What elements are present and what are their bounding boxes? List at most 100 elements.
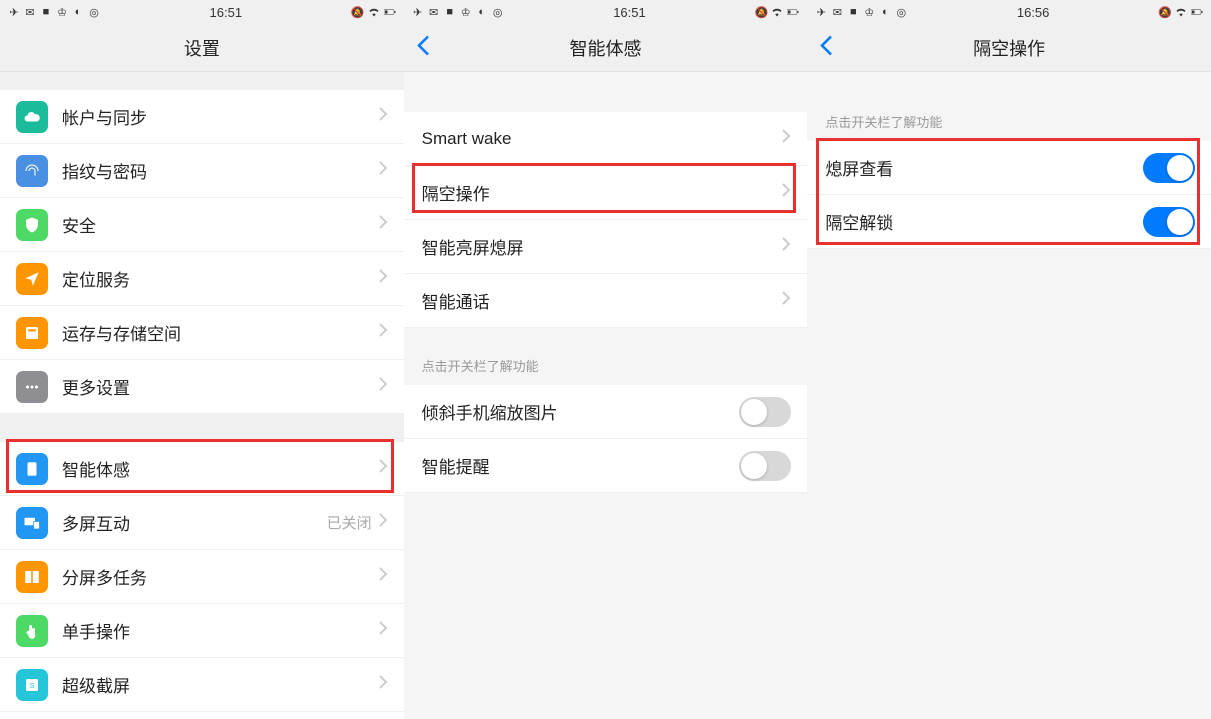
- settings-item-account-sync[interactable]: 帐户与同步: [0, 90, 404, 144]
- chevron-right-icon: [378, 322, 388, 343]
- mute-icon: 🔕: [1159, 6, 1171, 18]
- item-tilt-zoom[interactable]: 倾斜手机缩放图片: [404, 385, 808, 439]
- settings-item-more[interactable]: 更多设置: [0, 360, 404, 414]
- item-label: 单手操作: [62, 618, 378, 643]
- settings-item-onehand[interactable]: 单手操作: [0, 604, 404, 658]
- item-label: 超级截屏: [62, 672, 378, 697]
- page-title: 智能体感: [569, 35, 641, 61]
- more-icon: [16, 371, 48, 403]
- page-title: 隔空操作: [973, 35, 1045, 61]
- back-button[interactable]: [819, 34, 833, 61]
- item-label: 运存与存储空间: [62, 320, 378, 345]
- airplane-icon: ✈: [8, 6, 20, 18]
- item-label: 安全: [62, 212, 378, 237]
- app-icon: ■: [40, 6, 52, 18]
- content-area: Smart wake 隔空操作 智能亮屏熄屏 智能通话 点击开关栏了解功能 倾斜…: [404, 72, 808, 719]
- onehand-icon: [16, 615, 48, 647]
- chevron-right-icon: [781, 182, 791, 203]
- screenshot-icon: S: [16, 669, 48, 701]
- status-bar: ✈ ✉ ■ ♔ ◐ ◎ 16:51 🔕: [0, 0, 404, 24]
- settings-item-multiscreen[interactable]: 多屏互动 已关闭: [0, 496, 404, 550]
- item-label: 隔空解锁: [825, 209, 1143, 234]
- item-label: 智能亮屏熄屏: [422, 234, 782, 259]
- settings-item-appclone[interactable]: 应用分身: [0, 712, 404, 719]
- battery-icon: [787, 6, 799, 18]
- item-label: 熄屏查看: [825, 155, 1143, 180]
- item-label: 智能提醒: [422, 453, 740, 478]
- chevron-right-icon: [378, 376, 388, 397]
- cart-icon: ♔: [56, 6, 68, 18]
- chevron-right-icon: [781, 290, 791, 311]
- app-icon: ■: [847, 6, 859, 18]
- toggle-smart-remind[interactable]: [739, 451, 791, 481]
- settings-item-screenshot[interactable]: S 超级截屏: [0, 658, 404, 712]
- item-label: 更多设置: [62, 374, 378, 399]
- settings-item-fingerprint-password[interactable]: 指纹与密码: [0, 144, 404, 198]
- circle-icon: ◐: [72, 6, 84, 18]
- screen-smart-motion: ✈ ✉ ■ ♔ ◐ ◎ 16:51 🔕 智能体感 Smart wake 隔空操作: [404, 0, 808, 719]
- toggle-wake-view[interactable]: [1143, 153, 1195, 183]
- mute-icon: 🔕: [352, 6, 364, 18]
- nav-bar: 设置: [0, 24, 404, 72]
- item-smart-call[interactable]: 智能通话: [404, 274, 808, 328]
- content-area: 点击开关栏了解功能 熄屏查看 隔空解锁: [807, 72, 1211, 719]
- item-label: 倾斜手机缩放图片: [422, 399, 740, 424]
- item-air-unlock[interactable]: 隔空解锁: [807, 195, 1211, 249]
- item-label: 帐户与同步: [62, 104, 378, 129]
- split-icon: [16, 561, 48, 593]
- wifi-icon: [1175, 6, 1187, 18]
- airplane-icon: ✈: [412, 6, 424, 18]
- chevron-right-icon: [378, 160, 388, 181]
- chevron-right-icon: [378, 674, 388, 695]
- mail-icon: ✉: [24, 6, 36, 18]
- location-icon: [16, 263, 48, 295]
- target-icon: ◎: [88, 6, 100, 18]
- section-gap: [404, 72, 808, 112]
- chevron-right-icon: [378, 566, 388, 587]
- app-icon: ■: [444, 6, 456, 18]
- status-left: ✈ ✉ ■ ♔ ◐ ◎: [8, 6, 100, 18]
- screen-settings: ✈ ✉ ■ ♔ ◐ ◎ 16:51 🔕 设置 帐户与同步 指纹与密码: [0, 0, 404, 719]
- settings-item-splitscreen[interactable]: 分屏多任务: [0, 550, 404, 604]
- item-label: 定位服务: [62, 266, 378, 291]
- settings-item-location[interactable]: 定位服务: [0, 252, 404, 306]
- item-smart-remind[interactable]: 智能提醒: [404, 439, 808, 493]
- item-label: 隔空操作: [422, 180, 782, 205]
- screen-air-gesture: ✈ ✉ ■ ♔ ◐ ◎ 16:56 🔕 隔空操作 点击开关栏了解功能 熄屏查看 …: [807, 0, 1211, 719]
- nav-bar: 隔空操作: [807, 24, 1211, 72]
- status-right: 🔕: [1159, 6, 1203, 18]
- circle-icon: ◐: [879, 6, 891, 18]
- status-right: 🔕: [755, 6, 799, 18]
- chevron-right-icon: [378, 512, 388, 533]
- settings-item-storage[interactable]: 运存与存储空间: [0, 306, 404, 360]
- chevron-right-icon: [378, 268, 388, 289]
- toggle-tilt-zoom[interactable]: [739, 397, 791, 427]
- storage-icon: [16, 317, 48, 349]
- content-area: 帐户与同步 指纹与密码 安全 定位服务 运存与存储空间 更多设置: [0, 72, 404, 719]
- status-time: 16:51: [613, 5, 646, 20]
- svg-text:S: S: [29, 681, 34, 690]
- back-button[interactable]: [416, 34, 430, 61]
- nav-bar: 智能体感: [404, 24, 808, 72]
- item-wake-view[interactable]: 熄屏查看: [807, 141, 1211, 195]
- cloud-icon: [16, 101, 48, 133]
- section-gap: [0, 414, 404, 442]
- status-time: 16:51: [210, 5, 243, 20]
- mail-icon: ✉: [428, 6, 440, 18]
- mute-icon: 🔕: [755, 6, 767, 18]
- circle-icon: ◐: [476, 6, 488, 18]
- settings-item-security[interactable]: 安全: [0, 198, 404, 252]
- toggle-air-unlock[interactable]: [1143, 207, 1195, 237]
- item-smart-wake[interactable]: Smart wake: [404, 112, 808, 166]
- item-air-gesture[interactable]: 隔空操作: [404, 166, 808, 220]
- section-header: 点击开关栏了解功能: [807, 72, 1211, 141]
- fingerprint-icon: [16, 155, 48, 187]
- motion-icon: [16, 453, 48, 485]
- battery-icon: [1191, 6, 1203, 18]
- item-label: 智能体感: [62, 456, 378, 481]
- item-smart-screen[interactable]: 智能亮屏熄屏: [404, 220, 808, 274]
- wifi-icon: [771, 6, 783, 18]
- settings-item-smart-motion[interactable]: 智能体感: [0, 442, 404, 496]
- chevron-right-icon: [378, 620, 388, 641]
- item-label: Smart wake: [422, 129, 782, 149]
